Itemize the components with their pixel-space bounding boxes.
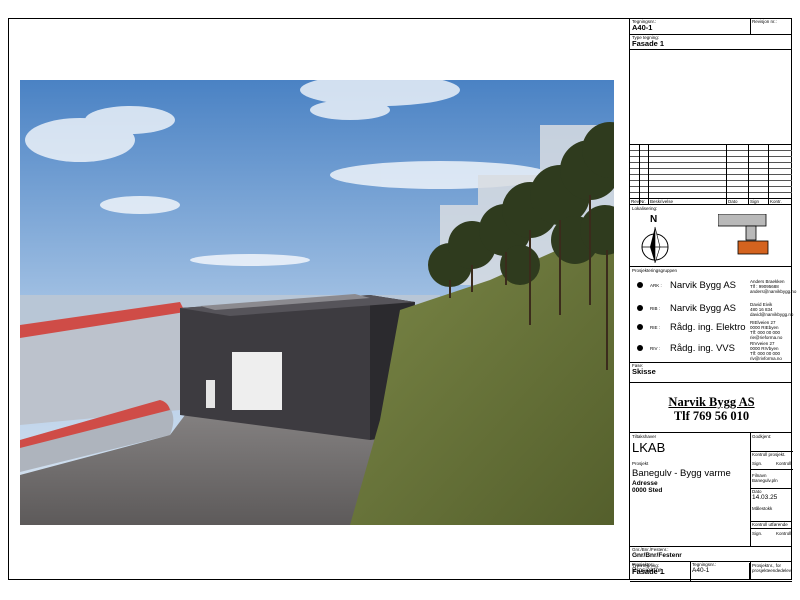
main-building: [180, 294, 415, 440]
discipline-contact: David Eivik 480 16 834 david@narvikbygg.…: [750, 302, 794, 317]
discipline-code: ARK :: [650, 283, 662, 288]
date: 14.03.25: [752, 494, 778, 501]
drawing-type2-cell: Type tegning: Fasade 1: [629, 563, 750, 580]
approved-label: Godkjent:: [752, 434, 772, 439]
drawing-type2: Fasade 1: [632, 567, 665, 576]
render-scene: [20, 80, 614, 525]
client: LKAB: [632, 440, 666, 455]
discipline-name: Rådg. ing. VVS: [670, 343, 735, 354]
control-label: Kontroll: [776, 461, 792, 466]
project-cell: Prosjekt Banegulv - Bygg varme Adresse 0…: [632, 461, 748, 494]
sign-label: Sign.: [752, 461, 763, 466]
project-label: Prosjekt: [632, 461, 649, 466]
address-label: Adresse: [632, 480, 658, 487]
drawing-no: A40-1: [632, 23, 653, 32]
control-project-box: Kontroll prosjekt. Sign. Kontroll: [750, 451, 793, 470]
north-letter: N: [650, 214, 658, 225]
revision-cell: Revisjon nr.:: [752, 19, 777, 24]
company-name: Narvik Bygg AS: [668, 395, 755, 409]
scale-label: Målestokk: [752, 506, 773, 511]
gnr-cell: Gnr./Bnr./Festenr.: Gnr/Bnr/Festenr: [632, 547, 682, 559]
discipline-contact: Anders Braekken Tlf : 99095688 anders@na…: [750, 279, 797, 294]
discipline-contact: RIElveien 27 0000 RIEbyen Tlf: 000 00 00…: [750, 320, 783, 340]
discipline-contact: RIVveien 27 0000 RIVbyen Tlf: 000 00 000…: [750, 341, 782, 361]
discipline-name: Narvik Bygg AS: [670, 280, 736, 291]
client-cell: Tiltakshaver LKAB: [632, 434, 665, 455]
north-arrow-icon: [641, 226, 669, 263]
location-map: [718, 214, 769, 255]
drawing-type: Fasade 1: [632, 39, 665, 48]
control-exec-label: Kontroll utførende: [752, 522, 788, 527]
date-cell: Dato 14.03.25: [752, 489, 777, 501]
title-block: Tegningsnr.: A40-1 Revisjon nr.: Type te…: [629, 18, 796, 582]
phase: Skisse: [632, 367, 656, 376]
discipline-dot-ark: [637, 282, 643, 288]
filename-cell: Filnavn Banegulv.pln: [752, 473, 778, 483]
project-group-label: Prosjekteringsgruppen: [632, 268, 678, 273]
facade-render: [20, 80, 614, 525]
discipline-dot-riv: [637, 345, 643, 351]
discipline-name: Narvik Bygg AS: [670, 303, 736, 314]
project-name: Banegulv - Bygg varme: [632, 468, 731, 479]
discipline-dot-rie: [637, 324, 643, 330]
drawing-no-cell: Tegningsnr.: A40-1: [632, 19, 750, 32]
control2-label: Kontroll: [776, 531, 792, 536]
garage-door: [232, 352, 282, 410]
project-no-note: Prosjektnr., for prosjekteendedelev.: [752, 563, 792, 573]
company-phone: Tlf 769 56 010: [673, 409, 750, 423]
client-label: Tiltakshaver: [632, 434, 657, 439]
sign2-label: Sign.: [752, 531, 763, 536]
discipline-name: Rådg. ing. Elektro: [670, 322, 746, 333]
location-label: Lokalisering:: [632, 206, 658, 211]
discipline-code: RIE :: [650, 325, 661, 330]
drawing-type-cell: Type tegning: Fasade 1: [632, 35, 664, 48]
discipline-code: RIB :: [650, 306, 661, 311]
discipline-code: RIV :: [650, 346, 661, 351]
gnr: Gnr/Bnr/Festenr: [632, 552, 682, 559]
filename: Banegulv.pln: [752, 478, 778, 483]
address: 0000 Sted: [632, 487, 663, 494]
phase-cell: Fase: Skisse: [632, 363, 656, 376]
discipline-dot-rib: [637, 305, 643, 311]
revision-label: Revisjon nr.:: [752, 19, 777, 24]
side-door: [206, 380, 215, 408]
control-project-label: Kontroll prosjekt.: [752, 452, 786, 457]
